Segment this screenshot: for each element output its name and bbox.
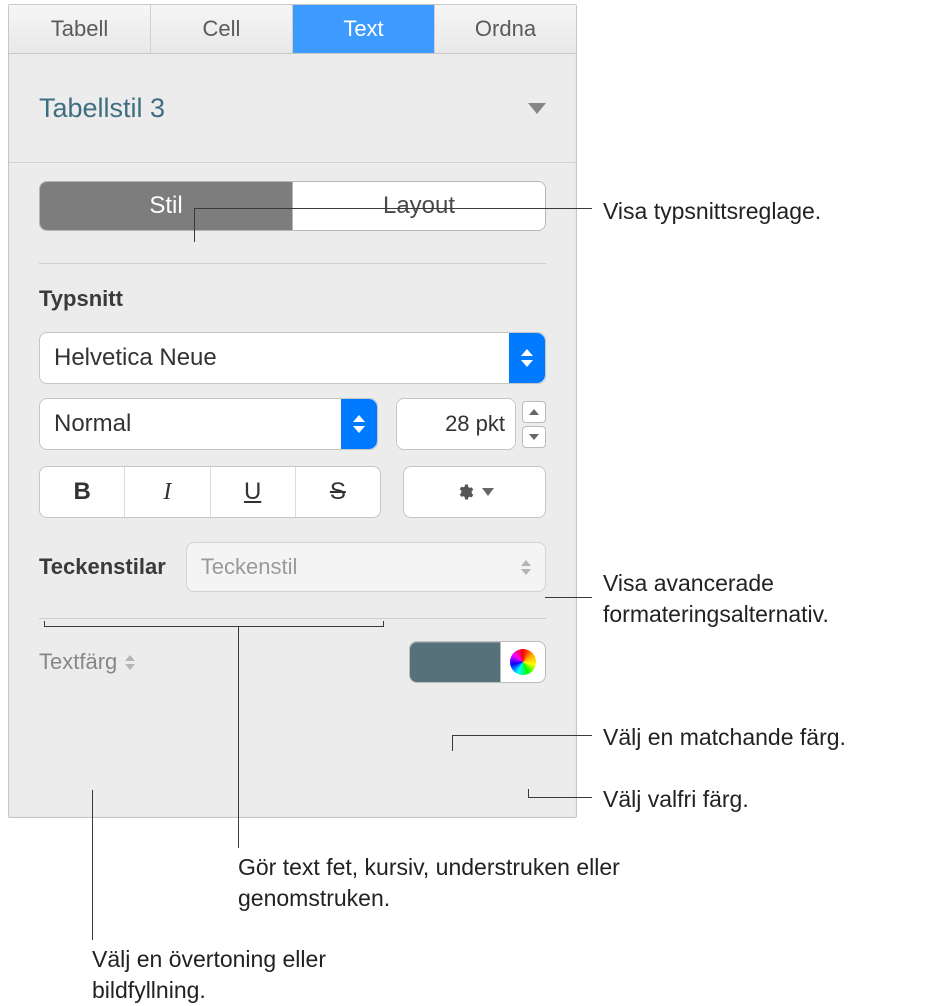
- callout-text: Visa avancerade formateringsalternativ.: [603, 568, 923, 630]
- leader-line: [194, 208, 592, 209]
- text-color-label: Textfärg: [39, 649, 117, 675]
- leader-line: [44, 621, 45, 627]
- leader-line: [194, 208, 195, 242]
- leader-line: [452, 735, 592, 736]
- font-weight-value: Normal: [40, 410, 341, 438]
- color-wheel-button[interactable]: [501, 641, 546, 683]
- callout-text: Välj en övertoning eller bildfyllning.: [92, 944, 352, 1006]
- leader-line: [44, 626, 384, 627]
- font-section-label: Typsnitt: [39, 286, 546, 312]
- font-weight-popup[interactable]: Normal: [39, 398, 378, 450]
- leader-line: [383, 621, 384, 627]
- paragraph-style-name: Tabellstil 3: [39, 93, 165, 124]
- font-size-stepper: [522, 398, 546, 450]
- segment-stil[interactable]: Stil: [40, 182, 292, 230]
- popup-stepper-icon: [521, 560, 531, 575]
- italic-button[interactable]: I: [124, 467, 209, 517]
- strikethrough-button[interactable]: S: [295, 467, 380, 517]
- segmented-wrapper: Stil Layout: [9, 162, 576, 241]
- callout-text: Visa typsnittsreglage.: [603, 196, 821, 227]
- callout-text: Välj valfri färg.: [603, 784, 749, 815]
- chevron-down-icon: [482, 488, 494, 496]
- paragraph-style-row[interactable]: Tabellstil 3: [9, 54, 576, 162]
- character-styles-label: Teckenstilar: [39, 554, 166, 580]
- font-family-value: Helvetica Neue: [40, 344, 509, 372]
- tab-cell[interactable]: Cell: [151, 5, 293, 53]
- text-color-popup[interactable]: Textfärg: [39, 649, 135, 675]
- font-size-up-button[interactable]: [522, 401, 546, 423]
- tab-ordna[interactable]: Ordna: [435, 5, 576, 53]
- tab-text[interactable]: Text: [293, 5, 435, 53]
- leader-line: [238, 626, 239, 848]
- leader-line: [545, 597, 592, 598]
- color-wheel-icon: [510, 649, 536, 675]
- popup-stepper-icon: [125, 655, 135, 670]
- callout-text: Välj en matchande färg.: [603, 722, 846, 753]
- tab-tabell[interactable]: Tabell: [9, 5, 151, 53]
- callout-text: Gör text fet, kursiv, understruken eller…: [238, 852, 668, 914]
- main-tabs: Tabell Cell Text Ordna: [9, 5, 576, 54]
- segment-layout[interactable]: Layout: [292, 182, 545, 230]
- color-swatch-button[interactable]: [409, 641, 501, 683]
- leader-line: [528, 797, 592, 798]
- font-size-field[interactable]: 28 pkt: [396, 398, 516, 450]
- popup-stepper-icon: [509, 333, 545, 383]
- color-swatch-group: [409, 641, 546, 683]
- leader-line: [452, 735, 453, 751]
- stage: { "tabs": { "tabell": "Tabell", "cell": …: [0, 0, 936, 998]
- inspector-panel: Tabell Cell Text Ordna Tabellstil 3 Stil…: [8, 4, 577, 818]
- font-size-down-button[interactable]: [522, 426, 546, 448]
- advanced-options-button[interactable]: [403, 466, 546, 518]
- leader-line: [92, 790, 93, 940]
- popup-stepper-icon: [341, 399, 377, 449]
- font-family-popup[interactable]: Helvetica Neue: [39, 332, 546, 384]
- leader-line: [528, 789, 529, 797]
- gear-icon: [456, 483, 474, 501]
- font-section: Typsnitt Helvetica Neue Normal 28 pkt: [9, 264, 576, 592]
- bius-group: B I U S: [39, 466, 381, 518]
- underline-button[interactable]: U: [210, 467, 295, 517]
- bold-button[interactable]: B: [40, 467, 124, 517]
- chevron-down-icon[interactable]: [528, 103, 546, 114]
- text-color-row: Textfärg: [9, 619, 576, 683]
- character-style-popup[interactable]: Teckenstil: [186, 542, 546, 592]
- segmented-control: Stil Layout: [39, 181, 546, 231]
- character-style-placeholder: Teckenstil: [201, 554, 298, 580]
- font-size-box: 28 pkt: [396, 398, 546, 450]
